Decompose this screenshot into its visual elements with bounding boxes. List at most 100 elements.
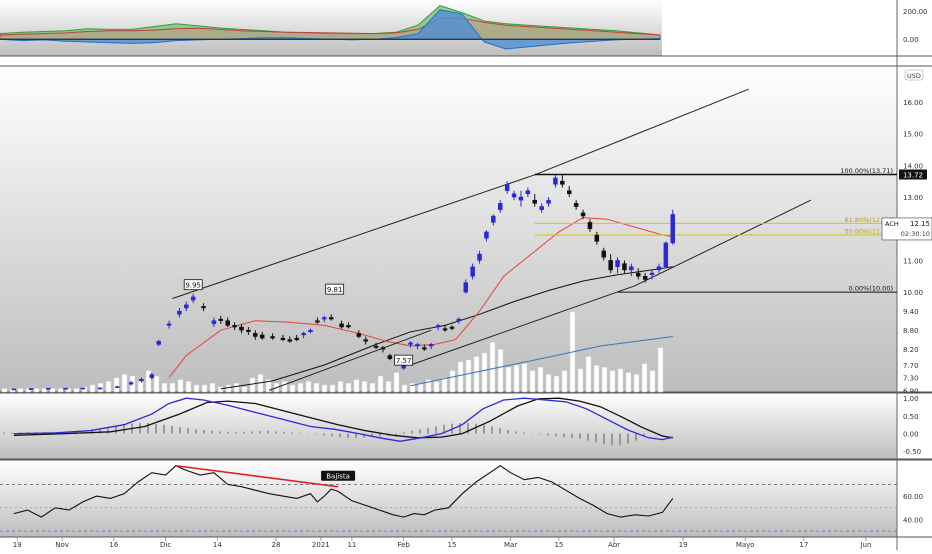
candle-up: [539, 206, 544, 210]
volume-bar: [177, 379, 184, 393]
volume-bar: [553, 375, 560, 393]
time-axis-label: 17: [799, 541, 808, 549]
volume-bar: [241, 386, 248, 393]
candle-down: [636, 272, 641, 277]
volume-bar: [89, 384, 96, 393]
volume-bar: [305, 381, 312, 393]
candle-down: [422, 347, 427, 350]
time-axis-label: 11: [347, 541, 356, 549]
volume-bar: [497, 349, 504, 393]
time-axis-label: Jun: [859, 541, 871, 549]
candle-up: [498, 203, 503, 210]
candle-down: [580, 212, 586, 217]
macd-axis-tick: 0.50: [903, 413, 919, 421]
macd-axis-tick: 1.00: [903, 395, 919, 403]
time-axis-label: 15: [554, 541, 563, 549]
candle-up: [504, 184, 510, 191]
volume-bar: [321, 384, 328, 393]
volume-bar: [625, 372, 632, 393]
candle-down: [270, 336, 275, 339]
volume-bar: [657, 347, 664, 393]
candle-up: [28, 388, 34, 390]
candle-up: [139, 379, 144, 382]
candle-down: [259, 334, 265, 339]
volume-bar: [145, 370, 152, 393]
candle-down: [573, 203, 579, 207]
price-axis-tick: 10.00: [903, 289, 923, 297]
price-callout-label: 7.57: [396, 357, 412, 365]
candle-down: [356, 333, 362, 337]
volume-bar: [457, 361, 464, 393]
volume-bar: [201, 384, 208, 393]
volume-bar: [561, 370, 568, 393]
candle-down: [246, 329, 251, 333]
price-panel-background: [0, 67, 897, 392]
candle-down: [442, 328, 448, 331]
candle-down: [567, 190, 572, 195]
volume-bar: [441, 377, 448, 393]
volume-bar: [449, 370, 456, 393]
divergence-annotation: Bajista: [326, 473, 350, 481]
candle-down: [328, 317, 334, 320]
volume-bar: [81, 386, 88, 393]
price-axis-tick: 7.70: [903, 362, 919, 370]
volume-bar: [633, 373, 640, 393]
volume-bar: [481, 352, 488, 393]
candle-up: [415, 344, 420, 347]
volume-bar: [513, 365, 520, 393]
candle-up: [525, 190, 531, 195]
volume-bar: [121, 373, 128, 393]
candle-down: [387, 355, 393, 359]
volume-bar: [185, 381, 192, 393]
top-axis-tick: 200.00: [903, 8, 928, 16]
price-axis-tick: 8.80: [903, 327, 919, 335]
volume-bar: [217, 386, 224, 393]
volume-bar: [585, 356, 592, 393]
time-axis-label: 28: [272, 541, 281, 549]
volume-bar: [1, 388, 8, 393]
volume-bar: [545, 373, 552, 393]
candle-up: [156, 341, 161, 345]
price-axis-tick: 14.00: [903, 162, 923, 170]
volume-bar: [385, 381, 392, 393]
time-axis-label: 2021: [312, 541, 330, 549]
currency-label: USD: [907, 72, 921, 80]
rsi-panel-background: [0, 461, 897, 537]
price-axis-tick: 7.30: [903, 375, 919, 383]
chart-canvas[interactable]: 200.000.00 100.00%(13.71)61.80%(12.17)50…: [0, 0, 932, 550]
volume-bar: [281, 381, 288, 393]
volume-bar: [649, 370, 656, 393]
candle-up: [663, 242, 669, 268]
candle-down: [339, 323, 344, 328]
ticker-label: ACH: [885, 220, 899, 228]
price-axis-tick: 15.00: [903, 131, 923, 139]
fib-level-label: 0.00%(10.00): [849, 285, 893, 293]
candle-up: [211, 320, 217, 325]
candle-up: [308, 329, 313, 333]
candle-up: [511, 193, 517, 198]
time-axis-label: 14: [213, 541, 222, 549]
candle-up: [629, 266, 634, 271]
volume-bar: [57, 388, 64, 393]
volume-bar: [337, 381, 344, 393]
trading-chart[interactable]: 200.00 0.00 100.00%(13.71) 61.80%(12.17) 50…: [0, 0, 932, 550]
candle-up: [491, 215, 496, 223]
candle-up: [470, 266, 475, 277]
candle-up: [463, 282, 468, 293]
candle-down: [587, 222, 593, 229]
volume-bar: [617, 368, 624, 393]
volume-bar: [105, 381, 112, 393]
volume-bar: [521, 363, 528, 393]
volume-bar: [537, 366, 544, 393]
volume-bar: [49, 388, 56, 393]
volume-bar: [433, 381, 440, 393]
candle-up: [408, 342, 413, 345]
candle-up: [546, 199, 551, 204]
time-axis-label: 15: [447, 541, 456, 549]
candle-up: [190, 296, 196, 301]
candle-up: [553, 177, 558, 185]
price-axis-tick: 16.00: [903, 99, 923, 107]
price-axis-tick: 13.00: [903, 194, 923, 202]
candle-up: [322, 317, 327, 320]
candle-up: [97, 387, 103, 390]
